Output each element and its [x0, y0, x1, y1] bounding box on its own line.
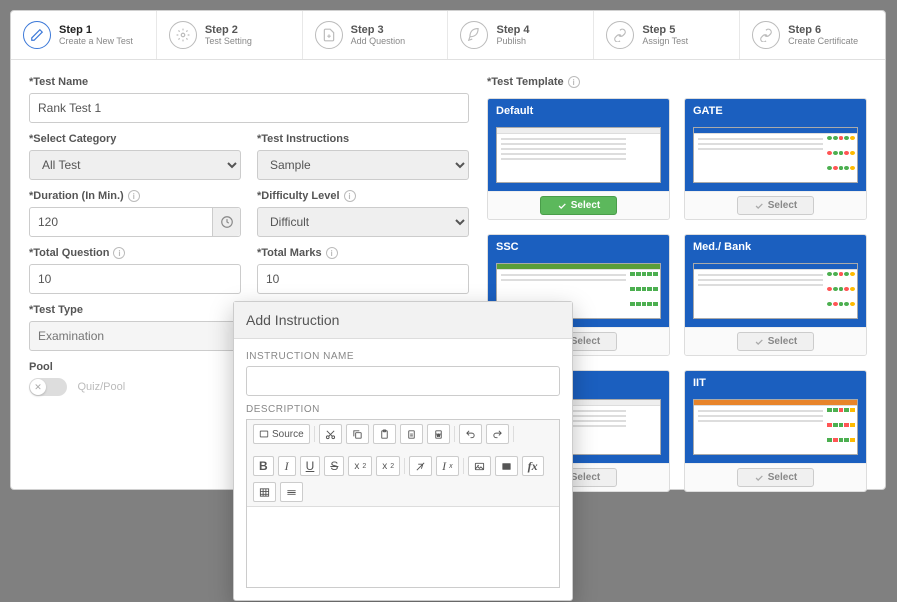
- total-marks-label: *Total Marks: [257, 247, 322, 259]
- editor-textarea[interactable]: [247, 507, 559, 587]
- cut-icon[interactable]: [319, 424, 342, 444]
- remove-format-icon[interactable]: [409, 456, 432, 476]
- step-4[interactable]: Step 4Publish: [448, 11, 594, 59]
- step-sub: Assign Test: [642, 36, 688, 46]
- pool-toggle-label: Quiz/Pool: [77, 381, 125, 393]
- total-question-label: *Total Question: [29, 247, 109, 259]
- function-button[interactable]: fx: [522, 456, 544, 476]
- duration-label: *Duration (In Min.): [29, 190, 124, 202]
- pool-toggle[interactable]: ✕: [29, 378, 67, 396]
- template-thumb: [693, 399, 858, 455]
- template-name: GATE: [685, 99, 866, 123]
- template-thumb: [693, 127, 858, 183]
- paste-icon[interactable]: [373, 424, 396, 444]
- image-icon[interactable]: [468, 456, 491, 476]
- test-name-label: *Test Name: [29, 76, 469, 88]
- test-type-label: *Test Type: [29, 304, 241, 316]
- step-6[interactable]: Step 6Create Certificate: [740, 11, 885, 59]
- step-title: Step 1: [59, 24, 133, 36]
- step-title: Step 2: [205, 24, 252, 36]
- template-name: Default: [488, 99, 669, 123]
- rich-text-editor: Source W B I U S x2: [246, 419, 560, 588]
- underline-button[interactable]: U: [300, 456, 321, 476]
- template-thumb: [496, 127, 661, 183]
- category-label: *Select Category: [29, 133, 241, 145]
- select-button[interactable]: Select: [737, 468, 814, 487]
- info-icon[interactable]: i: [568, 76, 580, 88]
- instruction-name-input[interactable]: [246, 366, 560, 396]
- certificate-icon: [752, 21, 780, 49]
- subscript-button[interactable]: x2: [348, 456, 372, 476]
- step-5[interactable]: Step 5Assign Test: [594, 11, 740, 59]
- step-sub: Test Setting: [205, 36, 252, 46]
- template-name: IIT: [685, 371, 866, 395]
- test-name-input[interactable]: [29, 93, 469, 123]
- info-icon[interactable]: i: [326, 247, 338, 259]
- step-2[interactable]: Step 2Test Setting: [157, 11, 303, 59]
- template-card-default[interactable]: Default Select: [487, 98, 670, 220]
- instruction-name-label: INSTRUCTION NAME: [246, 351, 560, 362]
- template-card-iit[interactable]: IIT Select: [684, 370, 867, 492]
- description-label: DESCRIPTION: [246, 404, 560, 415]
- wizard-steps: Step 1Create a New Test Step 2Test Setti…: [11, 11, 885, 60]
- step-title: Step 4: [496, 24, 529, 36]
- modal-title: Add Instruction: [234, 302, 572, 339]
- info-icon[interactable]: i: [128, 190, 140, 202]
- template-thumb: [693, 263, 858, 319]
- duration-input[interactable]: [29, 207, 241, 237]
- hr-icon[interactable]: [280, 482, 303, 502]
- svg-text:W: W: [436, 433, 440, 437]
- template-name: SSC: [488, 235, 669, 259]
- editor-toolbar: Source W B I U S x2: [247, 420, 559, 507]
- clock-icon[interactable]: [212, 208, 240, 236]
- template-name: Med./ Bank: [685, 235, 866, 259]
- step-1[interactable]: Step 1Create a New Test: [11, 11, 157, 59]
- copy-icon[interactable]: [346, 424, 369, 444]
- select-button[interactable]: Select: [540, 196, 617, 215]
- select-button[interactable]: Select: [737, 332, 814, 351]
- clear-format-button[interactable]: Ix: [436, 456, 459, 476]
- main-window: Step 1Create a New Test Step 2Test Setti…: [10, 10, 886, 490]
- redo-icon[interactable]: [486, 424, 509, 444]
- paste-text-icon[interactable]: [400, 424, 423, 444]
- template-card-gate[interactable]: GATE Select: [684, 98, 867, 220]
- source-button[interactable]: Source: [253, 424, 310, 444]
- link-icon: [606, 21, 634, 49]
- instructions-select[interactable]: Sample: [257, 150, 469, 180]
- template-card-med-bank[interactable]: Med./ Bank Select: [684, 234, 867, 356]
- difficulty-select[interactable]: Difficult: [257, 207, 469, 237]
- category-select[interactable]: All Test: [29, 150, 241, 180]
- step-sub: Create a New Test: [59, 36, 133, 46]
- difficulty-label: *Difficulty Level: [257, 190, 340, 202]
- total-question-input[interactable]: [29, 264, 241, 294]
- step-sub: Publish: [496, 36, 529, 46]
- test-type-input[interactable]: [29, 321, 241, 351]
- rocket-icon: [460, 21, 488, 49]
- select-button[interactable]: Select: [737, 196, 814, 215]
- step-3[interactable]: Step 3Add Question: [303, 11, 449, 59]
- step-title: Step 3: [351, 24, 406, 36]
- step-title: Step 6: [788, 24, 858, 36]
- total-marks-input[interactable]: [257, 264, 469, 294]
- step-sub: Create Certificate: [788, 36, 858, 46]
- info-icon[interactable]: i: [344, 190, 356, 202]
- add-instruction-modal: Add Instruction INSTRUCTION NAME DESCRIP…: [233, 301, 573, 601]
- instructions-label: *Test Instructions: [257, 133, 469, 145]
- embed-icon[interactable]: [495, 456, 518, 476]
- document-plus-icon: [315, 21, 343, 49]
- step-sub: Add Question: [351, 36, 406, 46]
- strikethrough-button[interactable]: S: [324, 456, 344, 476]
- gear-icon: [169, 21, 197, 49]
- bold-button[interactable]: B: [253, 456, 274, 476]
- toggle-knob: ✕: [30, 379, 46, 395]
- italic-button[interactable]: I: [278, 456, 296, 476]
- pencil-icon: [23, 21, 51, 49]
- step-title: Step 5: [642, 24, 688, 36]
- template-label: *Test Template: [487, 76, 564, 88]
- superscript-button[interactable]: x2: [376, 456, 400, 476]
- undo-icon[interactable]: [459, 424, 482, 444]
- paste-word-icon[interactable]: W: [427, 424, 450, 444]
- table-icon[interactable]: [253, 482, 276, 502]
- info-icon[interactable]: i: [113, 247, 125, 259]
